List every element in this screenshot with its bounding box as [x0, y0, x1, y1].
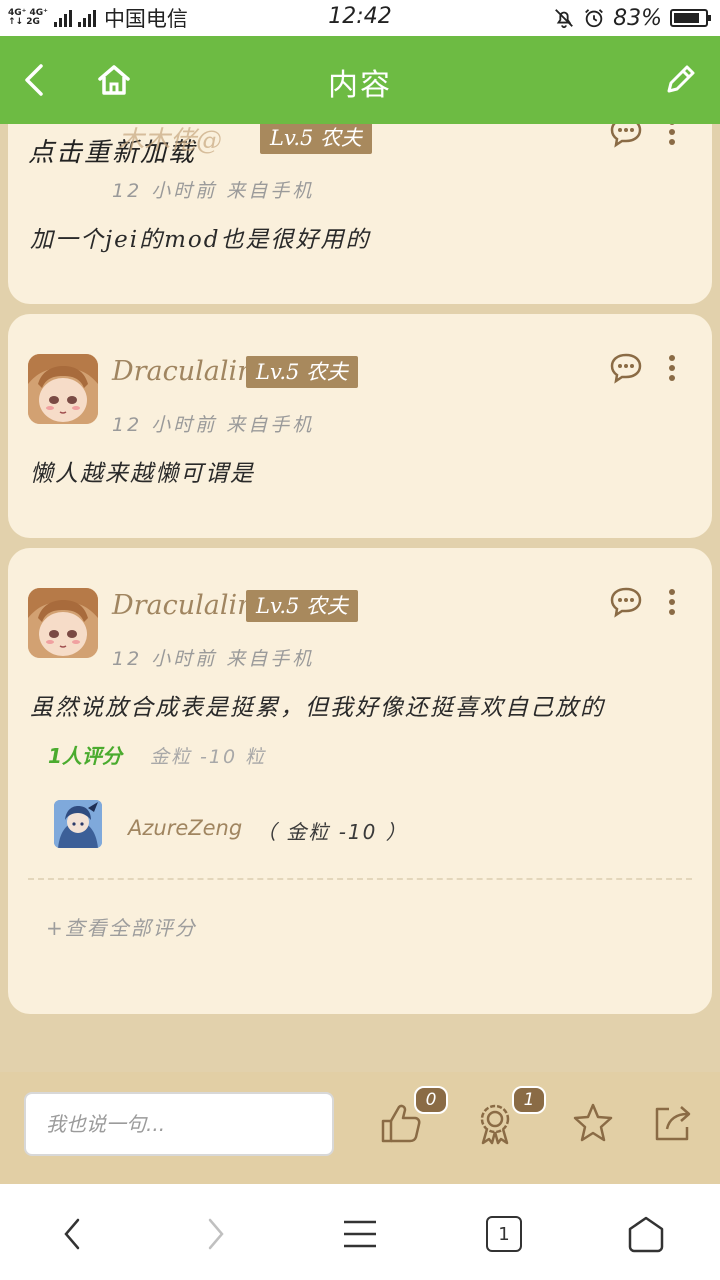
divider [28, 878, 692, 880]
post-body: 虽然说放合成表是挺累，但我好像还挺喜欢自己放的 [30, 695, 605, 721]
rating-count-link[interactable]: 1人评分 [48, 740, 122, 769]
username[interactable]: Draculalin [112, 356, 255, 387]
alarm-clock-icon [585, 9, 603, 28]
rater-detail: （ 金粒 -10 ） [256, 820, 408, 844]
rater-name[interactable]: AzureZeng [128, 816, 242, 840]
level-badge: Lv.5 农夫 [260, 124, 373, 154]
star-icon [573, 1103, 613, 1142]
battery-icon [670, 9, 711, 27]
like-count-badge: 0 [414, 1086, 448, 1114]
reply-input[interactable]: 我也说一句... [24, 1092, 334, 1156]
more-vertical-icon [669, 355, 675, 381]
tab-count: 1 [498, 1223, 510, 1245]
comment-button[interactable] [606, 124, 646, 152]
anime-girl-avatar-image [28, 588, 98, 658]
mute-bell-icon [555, 9, 573, 29]
level-badge: Lv.5 农夫 [246, 356, 359, 388]
view-all-ratings-link[interactable]: +查看全部评分 [46, 912, 197, 941]
anime-character-avatar-image [54, 800, 102, 848]
reply-card: 点击重新加载 木木佬@ Lv.5 农夫 12 小时前 来自手机 加一个jei的m… [8, 124, 712, 304]
pencil-icon [667, 65, 695, 93]
tabs-button[interactable]: 1 [476, 1206, 532, 1262]
browser-back-button[interactable] [44, 1206, 100, 1262]
username[interactable]: Draculalin [112, 590, 255, 621]
more-vertical-icon [669, 124, 675, 145]
status-bar: 4G⁺ 4G⁺ ↑↓ 2G 中国电信 12:42 83% [0, 0, 720, 36]
home-outline-icon [628, 1216, 664, 1253]
page-title: 内容 [328, 68, 392, 103]
header-bar: 内容 [0, 36, 720, 124]
more-options-button[interactable] [652, 348, 692, 388]
reply-card: Draculalin Lv.5 农夫 12 小时前 来自手机 虽然说放合成表是挺… [8, 548, 712, 1014]
post-meta: 12 小时前 来自手机 [112, 648, 315, 670]
comment-bubble-icon [610, 353, 642, 384]
battery-fill [674, 13, 699, 23]
comment-button[interactable] [606, 582, 646, 622]
more-options-button[interactable] [652, 124, 692, 152]
hamburger-menu-icon [344, 1220, 376, 1248]
more-options-button[interactable] [652, 582, 692, 622]
post-body: 懒人越来越懒可谓是 [30, 461, 255, 487]
rating-summary: 金粒 -10 粒 [150, 746, 267, 768]
post-list: 点击重新加载 木木佬@ Lv.5 农夫 12 小时前 来自手机 加一个jei的m… [0, 124, 720, 1072]
more-vertical-icon [669, 589, 675, 615]
post-body: 加一个jei的mod也是很好用的 [30, 227, 371, 253]
post-meta: 12 小时前 来自手机 [112, 414, 315, 436]
comment-bubble-icon [610, 587, 642, 618]
status-icons: 83% [553, 0, 711, 36]
comment-bubble-icon [610, 124, 642, 148]
comment-button[interactable] [606, 348, 646, 388]
username-overlay: 木木佬@ [118, 126, 223, 156]
favorite-button[interactable] [568, 1098, 618, 1148]
reply-card: Draculalin Lv.5 农夫 12 小时前 来自手机 懒人越来越懒可谓是 [8, 314, 712, 538]
browser-nav-bar: 1 [0, 1184, 720, 1280]
battery-percent: 83% [613, 5, 662, 31]
anime-girl-avatar-image [28, 354, 98, 424]
chevron-right-icon [208, 1218, 224, 1250]
tabs-icon: 1 [486, 1216, 522, 1252]
browser-home-button[interactable] [618, 1206, 674, 1262]
action-bar: 我也说一句... 0 1 [0, 1072, 720, 1184]
award-count-badge: 1 [512, 1086, 546, 1114]
award-medal-icon [480, 1104, 510, 1145]
share-icon [655, 1106, 691, 1141]
share-button[interactable] [648, 1098, 698, 1148]
edit-button[interactable] [658, 58, 702, 102]
menu-button[interactable] [332, 1206, 388, 1262]
post-meta: 12 小时前 来自手机 [112, 180, 315, 202]
avatar[interactable] [28, 588, 98, 658]
avatar[interactable] [28, 354, 98, 424]
level-badge: Lv.5 农夫 [246, 590, 359, 622]
browser-forward-button[interactable] [188, 1206, 244, 1262]
rater-avatar[interactable] [54, 800, 102, 848]
chevron-left-icon [64, 1218, 80, 1250]
